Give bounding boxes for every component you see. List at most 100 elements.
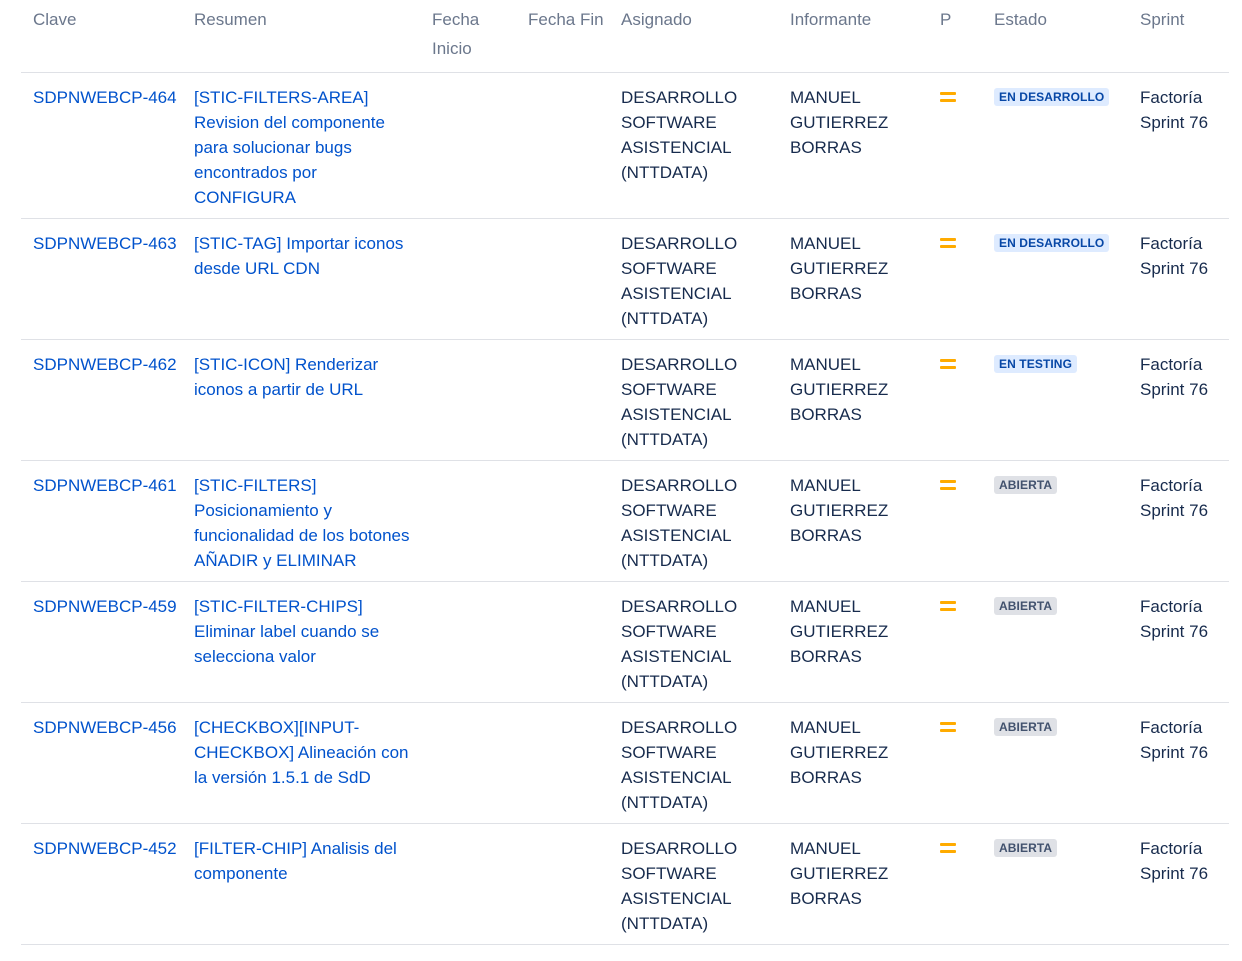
issue-status-cell: ABIERTA [982, 460, 1128, 582]
issue-priority-cell [928, 823, 982, 945]
issue-summary-link[interactable]: [STIC-FILTER-CHIPS] Eliminar label cuand… [194, 597, 379, 666]
issue-key-link[interactable]: SDPNWEBCP-464 [33, 88, 177, 107]
table-row: SDPNWEBCP-459 [STIC-FILTER-CHIPS] Elimin… [21, 581, 1229, 703]
issue-summary-link[interactable]: [STIC-FILTERS] Posicionamiento y funcion… [194, 476, 410, 570]
issue-start-date [420, 702, 516, 824]
issue-sprint: Factoría Sprint 76 [1128, 823, 1229, 945]
issue-summary-link[interactable]: [CHECKBOX][INPUT-CHECKBOX] Alineación co… [194, 718, 409, 787]
column-header-key[interactable]: Clave [21, 0, 182, 73]
issue-assignee: DESARROLLO SOFTWARE ASISTENCIAL (NTTDATA… [609, 218, 778, 340]
issue-assignee: DESARROLLO SOFTWARE ASISTENCIAL (NTTDATA… [609, 460, 778, 582]
column-header-end-date[interactable]: Fecha Fin [516, 0, 609, 73]
issue-priority-cell [928, 702, 982, 824]
issue-assignee: DESARROLLO SOFTWARE ASISTENCIAL (NTTDATA… [609, 72, 778, 219]
priority-medium-icon [940, 721, 956, 733]
issue-summary-link[interactable]: [STIC-ICON] Renderizar iconos a partir d… [194, 355, 378, 399]
column-header-reporter[interactable]: Informante [778, 0, 928, 73]
issue-sprint: Factoría Sprint 76 [1128, 339, 1229, 461]
issue-key-cell: SDPNWEBCP-462 [21, 339, 182, 461]
issue-start-date [420, 218, 516, 340]
issue-reporter: MANUEL GUTIERREZ BORRAS [778, 218, 928, 340]
issue-key-link[interactable]: SDPNWEBCP-462 [33, 355, 177, 374]
table-row: SDPNWEBCP-463 [STIC-TAG] Importar iconos… [21, 218, 1229, 340]
table-row: SDPNWEBCP-456 [CHECKBOX][INPUT-CHECKBOX]… [21, 702, 1229, 824]
issue-summary-link[interactable]: [STIC-TAG] Importar iconos desde URL CDN [194, 234, 403, 278]
status-lozenge: EN DESARROLLO [994, 234, 1110, 252]
priority-medium-icon [940, 600, 956, 612]
issue-key-cell: SDPNWEBCP-456 [21, 702, 182, 824]
issue-status-cell: ABIERTA [982, 581, 1128, 703]
issue-key-cell: SDPNWEBCP-464 [21, 72, 182, 219]
status-lozenge: ABIERTA [994, 476, 1058, 494]
issue-priority-cell [928, 218, 982, 340]
column-header-summary[interactable]: Resumen [182, 0, 420, 73]
issue-key-cell: SDPNWEBCP-461 [21, 460, 182, 582]
issue-start-date [420, 72, 516, 219]
issue-reporter: MANUEL GUTIERREZ BORRAS [778, 339, 928, 461]
issue-key-link[interactable]: SDPNWEBCP-461 [33, 476, 177, 495]
issue-start-date [420, 581, 516, 703]
table-row: SDPNWEBCP-464 [STIC-FILTERS-AREA] Revisi… [21, 72, 1229, 219]
issue-end-date [516, 218, 609, 340]
issue-reporter: MANUEL GUTIERREZ BORRAS [778, 581, 928, 703]
issue-summary-cell: [CHECKBOX][INPUT-CHECKBOX] Alineación co… [182, 702, 420, 824]
priority-medium-icon [940, 479, 956, 491]
status-lozenge: ABIERTA [994, 718, 1058, 736]
issue-start-date [420, 823, 516, 945]
issue-status-cell: ABIERTA [982, 702, 1128, 824]
priority-medium-icon [940, 842, 956, 854]
issue-key-link[interactable]: SDPNWEBCP-452 [33, 839, 177, 858]
issues-table-container: Clave Resumen Fecha Inicio Fecha Fin Asi… [21, 0, 1229, 945]
status-lozenge: ABIERTA [994, 839, 1058, 857]
issue-status-cell: ABIERTA [982, 823, 1128, 945]
column-header-priority[interactable]: P [928, 0, 982, 73]
issues-table: Clave Resumen Fecha Inicio Fecha Fin Asi… [21, 0, 1229, 945]
table-row: SDPNWEBCP-462 [STIC-ICON] Renderizar ico… [21, 339, 1229, 461]
issue-end-date [516, 823, 609, 945]
issue-sprint: Factoría Sprint 76 [1128, 72, 1229, 219]
status-lozenge: ABIERTA [994, 597, 1058, 615]
issue-start-date [420, 339, 516, 461]
issue-assignee: DESARROLLO SOFTWARE ASISTENCIAL (NTTDATA… [609, 581, 778, 703]
column-header-start-date[interactable]: Fecha Inicio [420, 0, 516, 73]
issue-assignee: DESARROLLO SOFTWARE ASISTENCIAL (NTTDATA… [609, 823, 778, 945]
issue-assignee: DESARROLLO SOFTWARE ASISTENCIAL (NTTDATA… [609, 702, 778, 824]
issue-priority-cell [928, 460, 982, 582]
issue-key-link[interactable]: SDPNWEBCP-463 [33, 234, 177, 253]
issue-key-cell: SDPNWEBCP-459 [21, 581, 182, 703]
column-header-status[interactable]: Estado [982, 0, 1128, 73]
issue-reporter: MANUEL GUTIERREZ BORRAS [778, 823, 928, 945]
issues-table-body: SDPNWEBCP-464 [STIC-FILTERS-AREA] Revisi… [21, 72, 1229, 945]
issue-key-cell: SDPNWEBCP-452 [21, 823, 182, 945]
issue-key-link[interactable]: SDPNWEBCP-456 [33, 718, 177, 737]
status-lozenge: EN DESARROLLO [994, 88, 1110, 106]
issue-end-date [516, 702, 609, 824]
column-header-assignee[interactable]: Asignado [609, 0, 778, 73]
issue-start-date [420, 460, 516, 582]
issue-reporter: MANUEL GUTIERREZ BORRAS [778, 72, 928, 219]
column-header-sprint[interactable]: Sprint [1128, 0, 1229, 73]
issue-reporter: MANUEL GUTIERREZ BORRAS [778, 460, 928, 582]
issue-assignee: DESARROLLO SOFTWARE ASISTENCIAL (NTTDATA… [609, 339, 778, 461]
issue-status-cell: EN DESARROLLO [982, 72, 1128, 219]
table-row: SDPNWEBCP-461 [STIC-FILTERS] Posicionami… [21, 460, 1229, 582]
issue-summary-link[interactable]: [STIC-FILTERS-AREA] Revision del compone… [194, 88, 385, 207]
issue-priority-cell [928, 339, 982, 461]
issue-sprint: Factoría Sprint 76 [1128, 702, 1229, 824]
issue-sprint: Factoría Sprint 76 [1128, 218, 1229, 340]
priority-medium-icon [940, 358, 956, 370]
issue-end-date [516, 460, 609, 582]
priority-medium-icon [940, 91, 956, 103]
issue-key-link[interactable]: SDPNWEBCP-459 [33, 597, 177, 616]
issue-summary-cell: [FILTER-CHIP] Analisis del componente [182, 823, 420, 945]
issue-priority-cell [928, 72, 982, 219]
issue-summary-link[interactable]: [FILTER-CHIP] Analisis del componente [194, 839, 397, 883]
issue-summary-cell: [STIC-TAG] Importar iconos desde URL CDN [182, 218, 420, 340]
issue-end-date [516, 581, 609, 703]
issue-end-date [516, 72, 609, 219]
issue-summary-cell: [STIC-FILTERS-AREA] Revision del compone… [182, 72, 420, 219]
issue-sprint: Factoría Sprint 76 [1128, 581, 1229, 703]
table-header-row: Clave Resumen Fecha Inicio Fecha Fin Asi… [21, 0, 1229, 73]
issue-sprint: Factoría Sprint 76 [1128, 460, 1229, 582]
issue-summary-cell: [STIC-FILTERS] Posicionamiento y funcion… [182, 460, 420, 582]
